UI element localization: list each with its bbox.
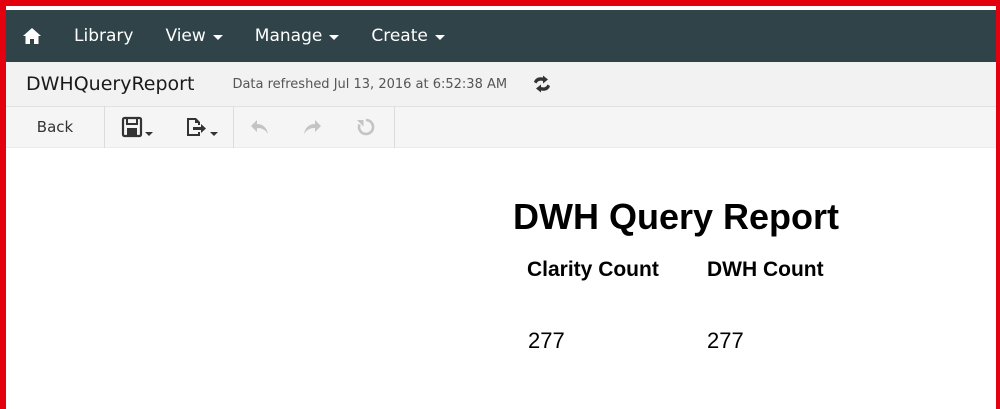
export-menu-button[interactable] <box>169 106 233 148</box>
reset-icon <box>357 118 375 136</box>
redo-button[interactable] <box>286 106 338 148</box>
document-title: DWHQueryReport <box>26 73 195 95</box>
save-icon <box>121 116 143 138</box>
dwh-count-value: 277 <box>707 328 744 353</box>
nav-manage-label: Manage <box>254 26 323 46</box>
undo-button[interactable] <box>234 106 286 148</box>
app-window: Library View Manage Create DWHQueryRepor… <box>0 0 1000 409</box>
undo-icon <box>251 120 268 134</box>
nav-library[interactable]: Library <box>58 10 149 62</box>
refresh-status: Data refreshed Jul 13, 2016 at 6:52:38 A… <box>232 76 508 92</box>
refresh-icon <box>534 75 551 93</box>
document-titlebar: DWHQueryReport Data refreshed Jul 13, 20… <box>6 62 996 106</box>
clarity-count-value: 277 <box>528 328 565 353</box>
chevron-down-icon <box>210 132 218 136</box>
top-navbar: Library View Manage Create <box>6 10 996 62</box>
chevron-down-icon <box>434 35 445 40</box>
document-toolbar: Back <box>6 106 996 148</box>
redo-icon <box>304 120 321 134</box>
nav-manage-menu[interactable]: Manage <box>239 10 356 62</box>
column-header-dwh-count: DWH Count <box>707 258 824 281</box>
nav-view-menu[interactable]: View <box>149 10 238 62</box>
report-title: DWH Query Report <box>513 196 840 237</box>
chevron-down-icon <box>145 132 153 136</box>
column-header-clarity-count: Clarity Count <box>527 258 659 281</box>
toolbar-divider <box>394 106 395 148</box>
nav-view-label: View <box>165 26 206 46</box>
home-button[interactable] <box>6 10 58 62</box>
back-button[interactable]: Back <box>6 118 104 136</box>
refresh-button[interactable] <box>529 73 555 95</box>
chevron-down-icon <box>212 35 223 40</box>
nav-create-menu[interactable]: Create <box>355 10 461 62</box>
nav-library-label: Library <box>74 26 134 46</box>
reset-button[interactable] <box>338 106 394 148</box>
chevron-down-icon <box>329 35 340 40</box>
nav-create-label: Create <box>371 26 428 46</box>
export-icon <box>187 118 206 136</box>
report-canvas: DWH Query Report Clarity Count DWH Count… <box>6 148 996 409</box>
home-icon <box>23 28 41 44</box>
save-menu-button[interactable] <box>105 106 169 148</box>
